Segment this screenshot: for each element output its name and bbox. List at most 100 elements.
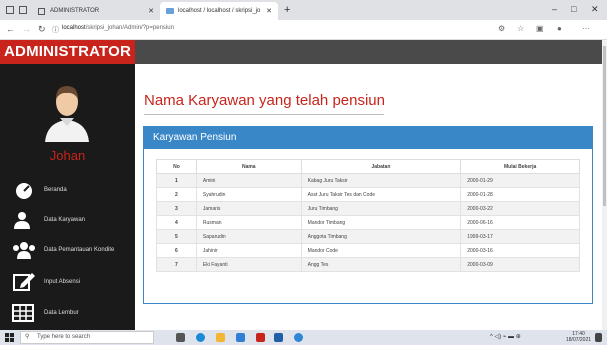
table-row: 2 Syahrudin Asst Juru Taksir Tes dan Cod… xyxy=(156,187,580,202)
new-tab-button[interactable]: + xyxy=(284,4,290,16)
cell-nama: Jahinir xyxy=(195,243,302,258)
cell-jabatan: Kabag Juru Taksir xyxy=(300,173,462,188)
edge-icon[interactable] xyxy=(196,333,205,342)
clock[interactable]: 17:40 18/07/2021 xyxy=(566,331,591,343)
notification-icon[interactable] xyxy=(595,333,602,342)
retired-employees-table: No Nama Jabatan Mulai Bekerja 1 Amini Ka… xyxy=(156,159,580,272)
page-title: Nama Karyawan yang telah pensiun xyxy=(144,92,385,109)
url-host: localhost xyxy=(62,25,86,31)
chrome-icon[interactable] xyxy=(294,333,303,342)
cell-no: 3 xyxy=(156,201,197,216)
extension-icon[interactable]: ⚙ xyxy=(498,24,505,33)
search-placeholder: Type here to search xyxy=(37,334,91,340)
column-header-mulai-bekerja[interactable]: Mulai Bekerja xyxy=(460,159,580,174)
cell-mulai-bekerja: 2000-06-16 xyxy=(460,215,580,230)
main-content: Nama Karyawan yang telah pensiun Karyawa… xyxy=(135,64,602,330)
close-tab-icon[interactable]: ✕ xyxy=(266,7,272,15)
table-icon xyxy=(12,304,34,322)
sidebar-item-data-pemantauan-kondite[interactable]: Data Pemantauan Kondite xyxy=(0,236,135,264)
cell-mulai-bekerja: 2000-03-09 xyxy=(460,257,580,272)
cell-mulai-bekerja: 2000-03-16 xyxy=(460,243,580,258)
cell-jabatan: Mandor Code xyxy=(300,243,462,258)
profile-icon[interactable]: ● xyxy=(557,24,562,33)
sidebar-item-label: Beranda xyxy=(44,187,67,193)
cell-jabatan: Mandor Timbang xyxy=(300,215,462,230)
close-tab-icon[interactable]: ✕ xyxy=(148,7,154,15)
file-explorer-icon[interactable] xyxy=(216,333,225,342)
tab-label: localhost / localhost / skripsi_jo xyxy=(178,8,261,14)
cell-nama: Saparudin xyxy=(195,229,302,244)
phpmyadmin-icon xyxy=(166,8,174,14)
forward-icon[interactable]: → xyxy=(22,24,31,34)
tray-icons[interactable]: ^ ◁) ⌁ ▬ ⊕ xyxy=(490,333,521,340)
tab-label: ADMINISTRATOR xyxy=(50,8,100,14)
info-icon[interactable]: ⓘ xyxy=(52,25,59,35)
cell-mulai-bekerja: 2000-01-28 xyxy=(460,187,580,202)
cell-nama: Syahrudin xyxy=(195,187,302,202)
edit-icon xyxy=(13,273,35,291)
more-icon[interactable]: ··· xyxy=(582,24,590,33)
mail-icon[interactable] xyxy=(274,333,283,342)
column-header-jabatan[interactable]: Jabatan xyxy=(300,159,462,174)
cell-no: 5 xyxy=(156,229,197,244)
cell-mulai-bekerja: 2000-03-22 xyxy=(460,201,580,216)
taskbar-search-input[interactable]: ⚲ Type here to search xyxy=(20,331,154,344)
tab-actions-icon[interactable] xyxy=(19,6,27,14)
minimize-button[interactable]: – xyxy=(552,4,557,14)
store-icon[interactable] xyxy=(236,333,245,342)
search-icon: ⚲ xyxy=(25,334,30,340)
sidebar-item-data-karyawan[interactable]: Data Karyawan xyxy=(0,206,135,234)
cell-no: 4 xyxy=(156,215,197,230)
collections-icon[interactable]: ▣ xyxy=(536,24,544,33)
url-path: /skripsi_johan/Admin/?p=pensiun xyxy=(85,25,174,31)
sidebar-item-label: Data Pemantauan Kondite xyxy=(44,247,115,253)
panel-title: Karyawan Pensiun xyxy=(144,127,592,149)
task-view-icon[interactable] xyxy=(176,333,185,342)
sidebar-item-label: Data Karyawan xyxy=(44,217,86,223)
brand-title: ADMINISTRATOR xyxy=(0,40,135,64)
table-row: 7 Eki Fayanti Angg Tes 2000-03-09 xyxy=(156,257,580,272)
back-icon[interactable]: ← xyxy=(6,24,15,34)
table-row: 6 Jahinir Mandor Code 2000-03-16 xyxy=(156,243,580,258)
table-row: 5 Saparudin Anggota Timbang 1999-03-17 xyxy=(156,229,580,244)
table-row: 4 Rusman Mandor Timbang 2000-06-16 xyxy=(156,215,580,230)
cell-jabatan: Angg Tes xyxy=(300,257,462,272)
retired-employees-panel: Karyawan Pensiun No Nama Jabatan Mulai B… xyxy=(143,126,593,304)
column-header-no[interactable]: No xyxy=(156,159,197,174)
windows-start-icon[interactable] xyxy=(5,333,14,342)
cell-jabatan: Asst Juru Taksir Tes dan Code xyxy=(300,187,462,202)
cell-no: 6 xyxy=(156,243,197,258)
page-scrollbar[interactable] xyxy=(602,40,607,330)
title-divider xyxy=(144,114,384,115)
cell-nama: Amini xyxy=(195,173,302,188)
clock-date: 18/07/2021 xyxy=(566,337,592,343)
scrollbar-thumb[interactable] xyxy=(603,46,606,206)
dashboard-icon xyxy=(16,183,32,199)
sidebar-item-input-absensi[interactable]: Input Absensi xyxy=(0,268,135,296)
sidebar-item-beranda[interactable]: Beranda xyxy=(0,176,135,204)
user-name: Johan xyxy=(49,148,86,163)
cell-nama: Rusman xyxy=(195,215,302,230)
reload-icon[interactable]: ↻ xyxy=(38,24,46,35)
cell-mulai-bekerja: 1999-03-17 xyxy=(460,229,580,244)
page-icon xyxy=(38,7,45,15)
close-window-button[interactable]: ✕ xyxy=(591,4,599,15)
tab-localhost[interactable]: localhost / localhost / skripsi_jo ✕ xyxy=(160,2,278,20)
sidebar-item-label: Data Lembur xyxy=(44,310,79,316)
favorite-icon[interactable]: ☆ xyxy=(517,24,524,33)
cell-no: 1 xyxy=(156,173,197,188)
user-icon xyxy=(14,212,30,229)
url-field[interactable]: localhost/skripsi_johan/Admin/?p=pensiun xyxy=(62,25,174,31)
cell-nama: Jamaris xyxy=(195,201,302,216)
cell-mulai-bekerja: 2000-01-29 xyxy=(460,173,580,188)
maximize-button[interactable]: □ xyxy=(571,4,576,14)
window-menu-icon[interactable] xyxy=(6,6,14,14)
address-bar: ← → ↻ ⓘ localhost/skripsi_johan/Admin/?p… xyxy=(0,20,607,40)
column-header-nama[interactable]: Nama xyxy=(195,159,302,174)
cell-nama: Eki Fayanti xyxy=(195,257,302,272)
sidebar-item-label: Input Absensi xyxy=(44,279,81,285)
cell-no: 7 xyxy=(156,257,197,272)
tab-administrator[interactable]: ADMINISTRATOR ✕ xyxy=(32,2,160,20)
app-icon[interactable] xyxy=(256,333,265,342)
sidebar-item-data-lembur[interactable]: Data Lembur xyxy=(0,299,135,327)
